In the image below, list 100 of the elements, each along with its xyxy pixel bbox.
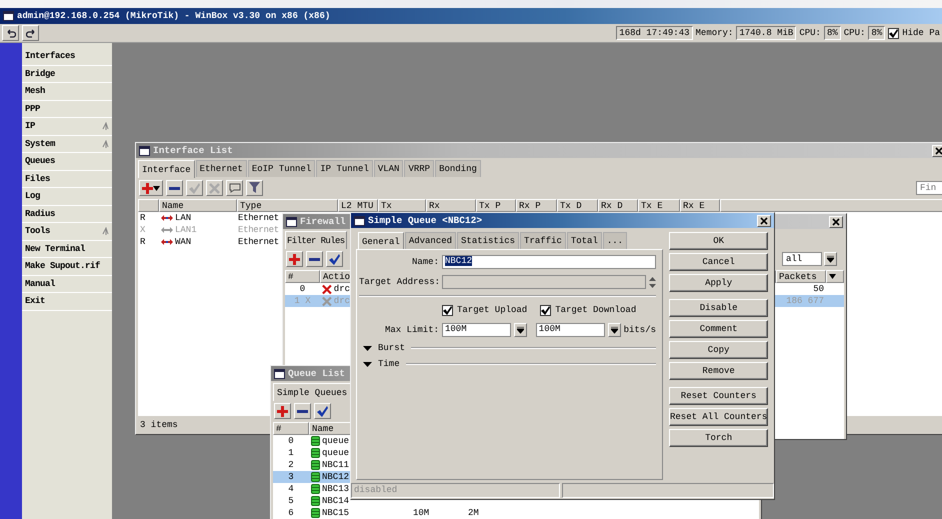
dialog-button[interactable]: Reset Counters [669, 387, 768, 405]
tab[interactable]: Total [566, 232, 602, 249]
tab[interactable]: VLAN [374, 160, 404, 177]
tab[interactable]: Advanced [404, 232, 456, 249]
undo-button[interactable] [2, 25, 19, 41]
column-header[interactable]: Actio [320, 270, 352, 283]
menu-item[interactable]: Log [22, 188, 112, 206]
table-cell: LAN [159, 212, 237, 224]
name-field[interactable]: NBC12 [442, 255, 656, 269]
menu-item[interactable]: Manual [22, 276, 112, 293]
checkbox[interactable]: Target Upload [442, 304, 528, 316]
tab[interactable]: VRRP [404, 160, 434, 177]
upload-limit-field[interactable]: 100M [442, 323, 511, 337]
window-title: Simple Queue <NBC12> [368, 215, 482, 226]
dialog-button[interactable]: Copy [669, 341, 768, 359]
column-header[interactable]: Type [237, 199, 338, 212]
enable-button[interactable] [314, 403, 331, 419]
column-header[interactable]: Rx D [598, 199, 638, 212]
table-cell-text: 5 [287, 495, 295, 507]
column-header[interactable]: # [285, 270, 320, 283]
tab[interactable]: EoIP Tunnel [248, 160, 316, 177]
menu-item[interactable]: Files [22, 170, 112, 188]
menu-item[interactable]: Bridge [22, 66, 112, 83]
tab[interactable]: ... [602, 232, 628, 249]
close-icon [832, 218, 840, 226]
tab[interactable]: IP Tunnel [316, 160, 373, 177]
column-header[interactable]: Name [159, 199, 237, 212]
column-header[interactable]: L2 MTU [338, 199, 378, 212]
remove-button[interactable] [166, 180, 183, 196]
table-cell: Ethernet [237, 224, 280, 236]
dropdown-button[interactable] [608, 323, 621, 337]
dialog-button[interactable]: Reset All Counters [669, 408, 768, 426]
menu-item[interactable]: New Terminal [22, 240, 112, 258]
dialog-button[interactable]: Comment [669, 320, 768, 338]
column-header[interactable]: Tx P [476, 199, 516, 212]
memory-field: 1740.8 MiB [736, 26, 796, 40]
menu-item[interactable]: Interfaces [22, 48, 112, 66]
add-button[interactable] [139, 180, 163, 196]
tab[interactable]: General [358, 232, 404, 250]
checkbox[interactable] [888, 28, 900, 38]
table-cell-text: 4 [287, 483, 295, 495]
menu-item[interactable]: Queues [22, 153, 112, 170]
comment-button[interactable] [226, 180, 243, 196]
find-field[interactable]: Fin [916, 181, 942, 195]
tab[interactable]: Simple Queues [273, 383, 352, 401]
column-header[interactable]: Packets [776, 270, 826, 283]
tab[interactable]: Filter Rules [285, 231, 347, 249]
redo-button[interactable] [22, 25, 39, 41]
menu-item[interactable]: Exit [22, 293, 112, 310]
enable-button[interactable] [186, 180, 203, 196]
column-header[interactable]: Tx [378, 199, 426, 212]
tab[interactable]: Bonding [435, 160, 481, 177]
column-header[interactable]: Tx D [557, 199, 598, 212]
checkbox[interactable]: Target Download [540, 304, 636, 316]
tab[interactable]: Interface [138, 160, 195, 178]
column-menu[interactable] [826, 270, 844, 283]
dialog-button[interactable]: Torch [669, 429, 768, 447]
dialog-button[interactable]: Remove [669, 362, 768, 380]
menu-item[interactable]: IP [22, 118, 112, 136]
target-address-field[interactable] [442, 275, 646, 289]
dialog-button[interactable]: Disable [669, 299, 768, 317]
close-button[interactable] [757, 214, 771, 226]
dialog-button[interactable]: Apply [669, 274, 768, 292]
remove-button[interactable] [306, 251, 323, 267]
column-header[interactable]: Rx E [680, 199, 720, 212]
window-title: Interface List [153, 145, 233, 156]
filter-dropdown[interactable]: all [782, 252, 822, 266]
tab[interactable]: Statistics [457, 232, 520, 249]
section-toggle[interactable]: Burst [378, 343, 406, 353]
menu-item[interactable]: PPP [22, 100, 112, 118]
table-cell-text: X [139, 224, 146, 236]
menu-item[interactable]: Mesh [22, 83, 112, 100]
close-button[interactable] [932, 144, 942, 156]
menu-item[interactable]: System [22, 136, 112, 153]
column-header[interactable]: Rx P [516, 199, 557, 212]
close-button[interactable] [829, 216, 843, 228]
table-row[interactable]: 6 NBC15 10M 2M [273, 507, 759, 519]
tab[interactable]: Ethernet [196, 160, 247, 177]
menu-item[interactable]: Tools [22, 223, 112, 240]
window-icon [274, 368, 285, 378]
enable-button[interactable] [326, 251, 343, 267]
dropdown-button[interactable] [514, 323, 527, 337]
dialog-button[interactable]: Cancel [669, 253, 768, 271]
column-header[interactable]: # [273, 422, 309, 435]
dropdown-button[interactable] [824, 252, 837, 266]
download-limit-field[interactable]: 100M [536, 323, 605, 337]
remove-button[interactable] [294, 403, 311, 419]
table-cell-text: R [139, 212, 146, 224]
submenu-arrow-icon [102, 122, 109, 130]
dialog-button[interactable]: OK [669, 232, 768, 250]
menu-item[interactable]: Make Supout.rif [22, 258, 112, 276]
queue-icon [311, 484, 320, 494]
column-header[interactable]: Rx [426, 199, 476, 212]
disable-button[interactable] [206, 180, 223, 196]
table-cell-text: 0 [298, 283, 306, 295]
column-header[interactable]: Tx E [638, 199, 680, 212]
menu-item[interactable]: Radius [22, 206, 112, 223]
section-toggle[interactable]: Time [378, 359, 400, 369]
tab[interactable]: Traffic [520, 232, 566, 249]
filter-button[interactable] [246, 180, 263, 196]
